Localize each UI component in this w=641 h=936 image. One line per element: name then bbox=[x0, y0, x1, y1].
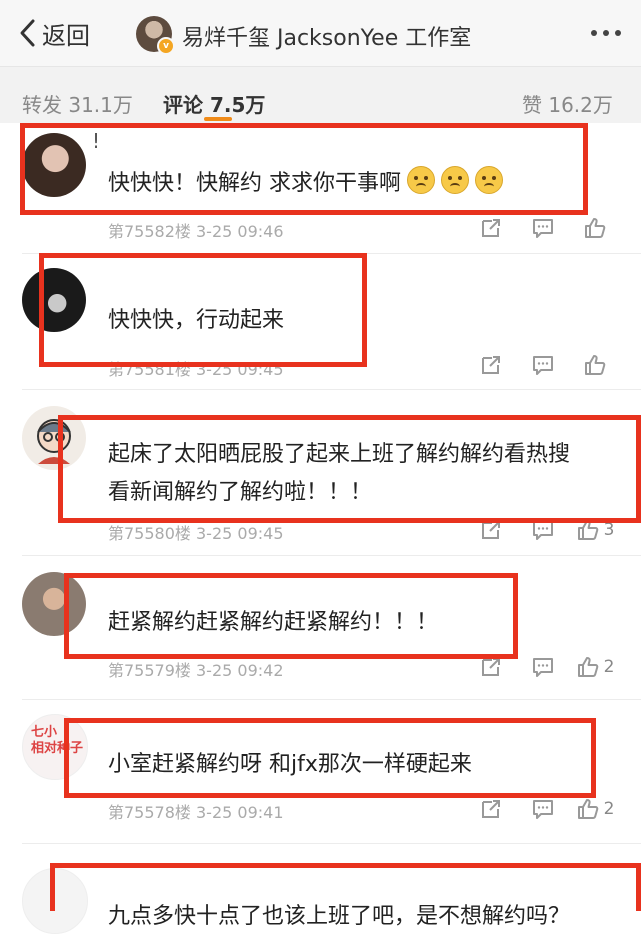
like-icon bbox=[577, 657, 598, 677]
tab-comments[interactable]: 评论 7.5万 bbox=[163, 89, 265, 118]
tab-repost[interactable]: 转发 31.1万 bbox=[22, 89, 133, 118]
like-count: 3 bbox=[603, 520, 615, 540]
tab-active-indicator bbox=[204, 117, 232, 121]
tab-bar: 转发 31.1万 评论 7.5万 赞 16.2万 bbox=[0, 67, 641, 123]
comment-meta: 第75580楼 3-25 09:45 bbox=[108, 524, 284, 543]
like-button[interactable]: 2 bbox=[569, 652, 621, 682]
highlight-box bbox=[20, 123, 588, 215]
highlight-box bbox=[58, 415, 641, 523]
comment-icon[interactable] bbox=[517, 794, 569, 824]
comment-meta: 第75578楼 3-25 09:41 bbox=[108, 803, 284, 822]
comment-icon[interactable] bbox=[517, 652, 569, 682]
comment-actions bbox=[465, 213, 621, 243]
back-button[interactable]: 返回 bbox=[18, 14, 90, 52]
highlight-box bbox=[64, 718, 596, 798]
comment-meta: 第75582楼 3-25 09:46 bbox=[108, 222, 284, 241]
share-icon[interactable] bbox=[465, 794, 517, 824]
comment-icon[interactable] bbox=[517, 213, 569, 243]
like-icon[interactable] bbox=[569, 350, 621, 380]
studio-avatar[interactable]: v bbox=[136, 16, 175, 55]
like-button[interactable]: 2 bbox=[569, 794, 621, 824]
like-icon[interactable] bbox=[569, 213, 621, 243]
highlight-box bbox=[50, 863, 641, 911]
back-label: 返回 bbox=[42, 21, 90, 50]
back-chevron-icon bbox=[20, 19, 35, 47]
more-dots-icon[interactable] bbox=[591, 30, 621, 36]
highlight-box bbox=[39, 253, 367, 367]
like-icon bbox=[577, 799, 598, 819]
comment-list: ! 快快快！快解约 求求你干事啊 第75582楼 3-25 09:46 快快快，… bbox=[0, 123, 641, 934]
like-count: 2 bbox=[603, 799, 615, 819]
comment-icon[interactable] bbox=[517, 350, 569, 380]
page-title: 易烊千玺 JacksonYee 工作室 bbox=[182, 26, 472, 51]
comment-actions: 2 bbox=[465, 794, 621, 824]
comment-actions bbox=[465, 350, 621, 380]
verified-badge-icon: v bbox=[157, 37, 175, 55]
nav-bar: 返回 v 易烊千玺 JacksonYee 工作室 bbox=[0, 0, 641, 67]
like-count: 2 bbox=[603, 657, 615, 677]
share-icon[interactable] bbox=[465, 350, 517, 380]
share-icon[interactable] bbox=[465, 213, 517, 243]
highlight-box bbox=[64, 573, 518, 659]
comment-meta: 第75579楼 3-25 09:42 bbox=[108, 661, 284, 680]
tab-likes[interactable]: 赞 16.2万 bbox=[522, 89, 613, 118]
